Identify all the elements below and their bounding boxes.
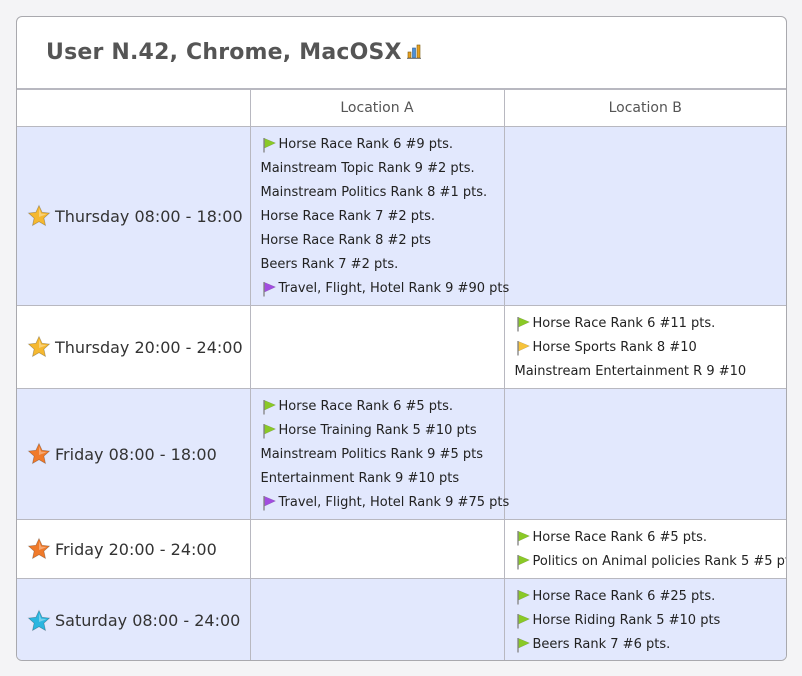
flag-green-icon bbox=[261, 399, 277, 415]
topic-entry-text: Beers Rank 7 #2 pts. bbox=[260, 257, 399, 272]
topic-entry: Horse Race Rank 6 #25 pts. bbox=[515, 585, 787, 609]
flag-purple-icon bbox=[261, 281, 277, 297]
topic-entry-text: Horse Race Rank 6 #5 pts. bbox=[278, 399, 454, 414]
time-slot-label: Friday 20:00 - 24:00 bbox=[55, 539, 217, 559]
location-b-cell: Horse Race Rank 6 #25 pts. Horse Riding R… bbox=[503, 578, 787, 660]
time-slot-cell: Friday 08:00 - 18:00 bbox=[17, 388, 251, 520]
topic-entry-text: Politics on Animal policies Rank 5 #5 pt… bbox=[532, 554, 787, 569]
star-orange-icon bbox=[27, 442, 55, 466]
time-slot-cell: Thursday 08:00 - 18:00 bbox=[17, 126, 251, 306]
star-orange-icon bbox=[27, 537, 55, 561]
topic-entry: Mainstream Politics Rank 9 #5 pts bbox=[261, 443, 504, 467]
topic-entry: Horse Race Rank 6 #5 pts. bbox=[515, 526, 787, 550]
time-slot-cell: Friday 20:00 - 24:00 bbox=[17, 519, 251, 579]
user-report-panel: User N.42, Chrome, MacOSX Location A Loc… bbox=[16, 16, 787, 661]
topic-entry-text: Horse Race Rank 6 #5 pts. bbox=[532, 530, 708, 545]
schedule-row: Saturday 08:00 - 24:00 Horse Race Rank 6 … bbox=[17, 578, 787, 660]
star-blue-icon bbox=[27, 609, 55, 633]
time-slot-label: Thursday 08:00 - 18:00 bbox=[55, 206, 243, 226]
column-header-slot bbox=[17, 89, 251, 127]
topic-entry: Mainstream Topic Rank 9 #2 pts. bbox=[261, 157, 504, 181]
time-slot-label: Saturday 08:00 - 24:00 bbox=[55, 611, 241, 631]
topic-entry-text: Horse Race Rank 6 #25 pts. bbox=[532, 589, 716, 604]
column-header-location-a: Location A bbox=[249, 89, 505, 127]
schedule-table: Location A Location B Thursday 08:00 - 1… bbox=[17, 89, 787, 660]
schedule-row: Friday 20:00 - 24:00 Horse Race Rank 6 #5… bbox=[17, 519, 787, 579]
topic-entry: Mainstream Entertainment R 9 #10 bbox=[515, 360, 787, 384]
location-a-cell bbox=[249, 578, 505, 660]
flag-purple-icon bbox=[261, 495, 277, 511]
flag-green-icon bbox=[515, 589, 531, 605]
location-b-cell: Horse Race Rank 6 #11 pts. Horse Sports R… bbox=[503, 305, 787, 389]
topic-entry-text: Horse Race Rank 7 #2 pts. bbox=[260, 209, 436, 224]
topic-entry-text: Travel, Flight, Hotel Rank 9 #75 pts bbox=[278, 495, 510, 510]
flag-green-icon bbox=[515, 613, 531, 629]
location-b-cell bbox=[503, 388, 786, 520]
topic-entry-text: Entertainment Rank 9 #10 pts bbox=[260, 471, 460, 486]
topic-entry: Horse Race Rank 6 #11 pts. bbox=[515, 312, 787, 336]
column-header-location-b: Location B bbox=[503, 89, 786, 127]
schedule-row: Thursday 08:00 - 18:00 Horse Race Rank 6 … bbox=[17, 126, 786, 306]
topic-entry-text: Mainstream Politics Rank 9 #5 pts bbox=[260, 447, 483, 462]
flag-green-icon bbox=[515, 530, 531, 546]
location-a-cell: Horse Race Rank 6 #9 pts. Mainstream Topi… bbox=[249, 126, 509, 306]
flag-green-icon bbox=[261, 423, 277, 439]
topic-entry: Horse Riding Rank 5 #10 pts bbox=[515, 609, 787, 633]
flag-yellow-icon bbox=[515, 340, 531, 356]
topic-entry: Beers Rank 7 #6 pts. bbox=[515, 633, 787, 657]
page-title: User N.42, Chrome, MacOSX bbox=[46, 40, 402, 65]
time-slot-cell: Saturday 08:00 - 24:00 bbox=[17, 578, 251, 660]
topic-entry: Horse Training Rank 5 #10 pts bbox=[261, 419, 504, 443]
topic-entry: Horse Race Rank 8 #2 pts bbox=[261, 229, 504, 253]
topic-entry: Horse Sports Rank 8 #10 bbox=[515, 336, 787, 360]
location-a-cell bbox=[249, 305, 505, 389]
schedule-row: Friday 08:00 - 18:00 Horse Race Rank 6 #5… bbox=[17, 388, 786, 520]
topic-entry-text: Horse Race Rank 6 #9 pts. bbox=[278, 137, 454, 152]
topic-entry-text: Horse Riding Rank 5 #10 pts bbox=[532, 613, 721, 628]
time-slot-label: Friday 08:00 - 18:00 bbox=[55, 444, 217, 464]
topic-entry-text: Mainstream Politics Rank 8 #1 pts. bbox=[260, 185, 488, 200]
topic-entry: Travel, Flight, Hotel Rank 9 #75 pts bbox=[261, 491, 509, 515]
topic-entry: Travel, Flight, Hotel Rank 9 #90 pts bbox=[261, 277, 509, 301]
panel-header: User N.42, Chrome, MacOSX bbox=[17, 17, 786, 89]
flag-green-icon bbox=[515, 637, 531, 653]
bar-chart-icon[interactable] bbox=[406, 43, 422, 59]
topic-entry-text: Beers Rank 7 #6 pts. bbox=[532, 637, 671, 652]
flag-green-icon bbox=[515, 554, 531, 570]
location-b-cell: Horse Race Rank 6 #5 pts. Politics on Ani… bbox=[503, 519, 787, 579]
time-slot-label: Thursday 20:00 - 24:00 bbox=[55, 337, 243, 357]
location-a-cell: Horse Race Rank 6 #5 pts. Horse Training … bbox=[249, 388, 509, 520]
topic-entry: Horse Race Rank 6 #5 pts. bbox=[261, 395, 504, 419]
flag-green-icon bbox=[515, 316, 531, 332]
time-slot-cell: Thursday 20:00 - 24:00 bbox=[17, 305, 251, 389]
location-b-cell bbox=[503, 126, 786, 306]
topic-entry-text: Horse Sports Rank 8 #10 bbox=[532, 340, 697, 355]
schedule-row: Thursday 20:00 - 24:00 Horse Race Rank 6 … bbox=[17, 305, 787, 389]
topic-entry-text: Horse Race Rank 8 #2 pts bbox=[260, 233, 431, 248]
topic-entry-text: Mainstream Entertainment R 9 #10 bbox=[514, 364, 747, 379]
topic-entry: Mainstream Politics Rank 8 #1 pts. bbox=[261, 181, 504, 205]
star-yellow-icon bbox=[27, 335, 55, 359]
topic-entry-text: Horse Race Rank 6 #11 pts. bbox=[532, 316, 716, 331]
topic-entry: Horse Race Rank 6 #9 pts. bbox=[261, 133, 504, 157]
star-yellow-icon bbox=[27, 204, 55, 228]
topic-entry-text: Mainstream Topic Rank 9 #2 pts. bbox=[260, 161, 475, 176]
flag-green-icon bbox=[261, 137, 277, 153]
topic-entry: Politics on Animal policies Rank 5 #5 pt… bbox=[515, 550, 787, 574]
topic-entry: Beers Rank 7 #2 pts. bbox=[261, 253, 504, 277]
topic-entry-text: Travel, Flight, Hotel Rank 9 #90 pts bbox=[278, 281, 510, 296]
header-row: Location A Location B bbox=[17, 89, 786, 127]
topic-entry-text: Horse Training Rank 5 #10 pts bbox=[278, 423, 477, 438]
topic-entry: Horse Race Rank 7 #2 pts. bbox=[261, 205, 504, 229]
topic-entry: Entertainment Rank 9 #10 pts bbox=[261, 467, 504, 491]
location-a-cell bbox=[249, 519, 505, 579]
